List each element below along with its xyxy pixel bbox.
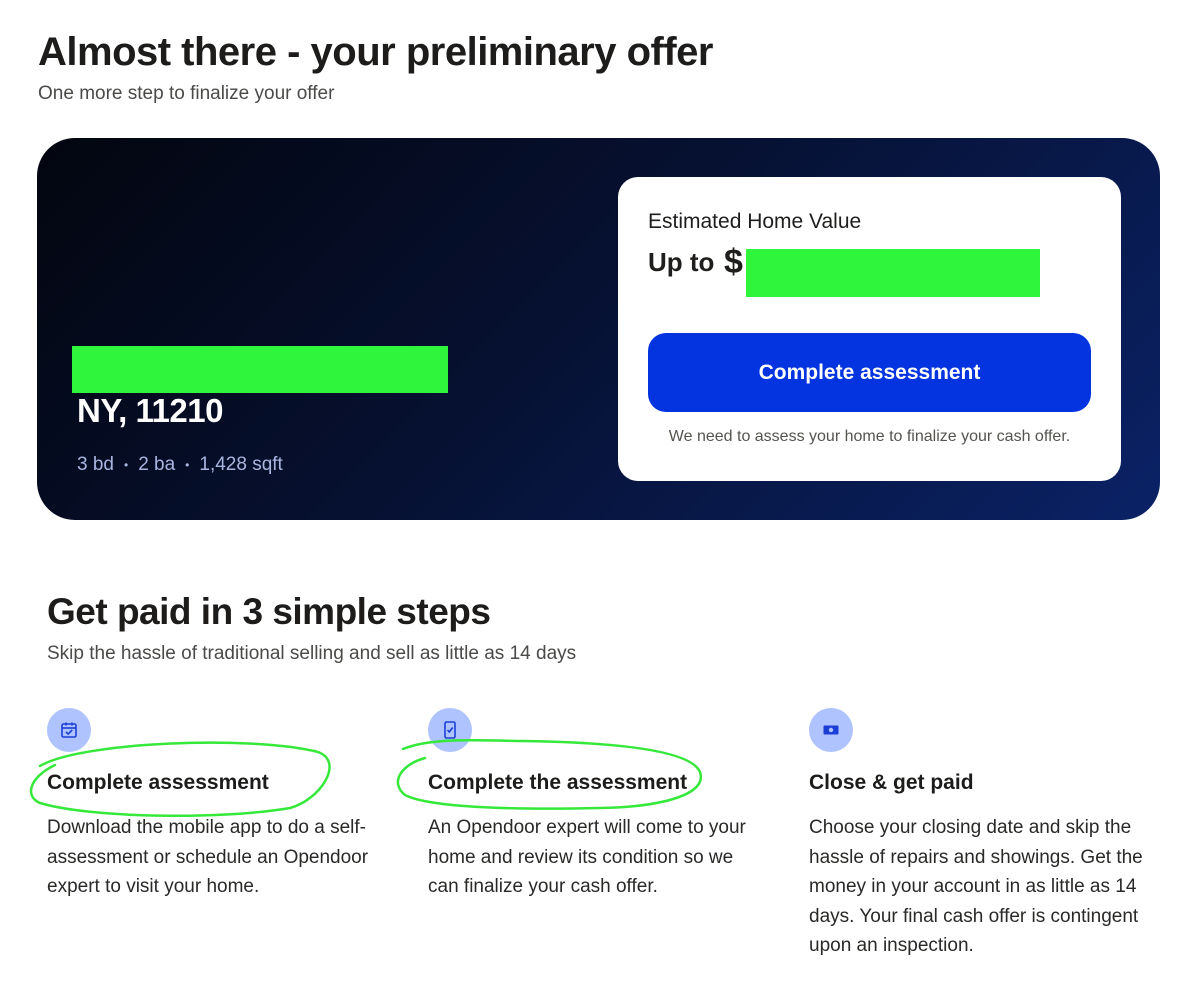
currency-symbol: $ <box>724 243 743 281</box>
step-card: Close & get paid Choose your closing dat… <box>809 708 1149 961</box>
phone-check-icon <box>428 708 472 752</box>
step-description: An Opendoor expert will come to your hom… <box>428 817 746 897</box>
estimated-value-card: Estimated Home Value Up to $ Complete as… <box>618 177 1121 481</box>
step-description: Choose your closing date and skip the ha… <box>809 817 1143 956</box>
steps-section-subtitle: Skip the hassle of traditional selling a… <box>47 643 577 664</box>
step-title: Close & get paid <box>809 771 974 794</box>
steps-section-title: Get paid in 3 simple steps <box>47 591 491 632</box>
page-subtitle: One more step to finalize your offer <box>38 83 335 104</box>
bedrooms: 3 bd <box>77 454 114 475</box>
step-title: Complete the assessment <box>428 771 688 794</box>
page-title: Almost there - your preliminary offer <box>38 30 713 74</box>
home-summary-banner: NY, 11210 3 bd • 2 ba • 1,428 sqft Estim… <box>37 138 1160 520</box>
home-address: NY, 11210 <box>77 392 223 429</box>
complete-assessment-button[interactable]: Complete assessment <box>648 333 1091 412</box>
step-card: Complete the assessment An Opendoor expe… <box>428 708 768 902</box>
step-title: Complete assessment <box>47 771 269 794</box>
bathrooms: 2 ba <box>138 454 176 475</box>
up-to-prefix: Up to <box>648 247 715 277</box>
calendar-check-icon <box>47 708 91 752</box>
step-description: Download the mobile app to do a self-ass… <box>47 817 369 897</box>
assessment-note: We need to assess your home to finalize … <box>668 428 1071 445</box>
step-card: Complete assessment Download the mobile … <box>47 708 387 902</box>
square-footage: 1,428 sqft <box>199 454 283 475</box>
home-specs: 3 bd • 2 ba • 1,428 sqft <box>77 454 283 476</box>
estimated-value-label: Estimated Home Value <box>648 210 862 233</box>
separator-dot: • <box>185 458 190 472</box>
redacted-street-address <box>72 346 448 393</box>
redacted-home-value <box>746 249 1040 297</box>
cash-icon <box>809 708 853 752</box>
separator-dot: • <box>123 458 129 472</box>
